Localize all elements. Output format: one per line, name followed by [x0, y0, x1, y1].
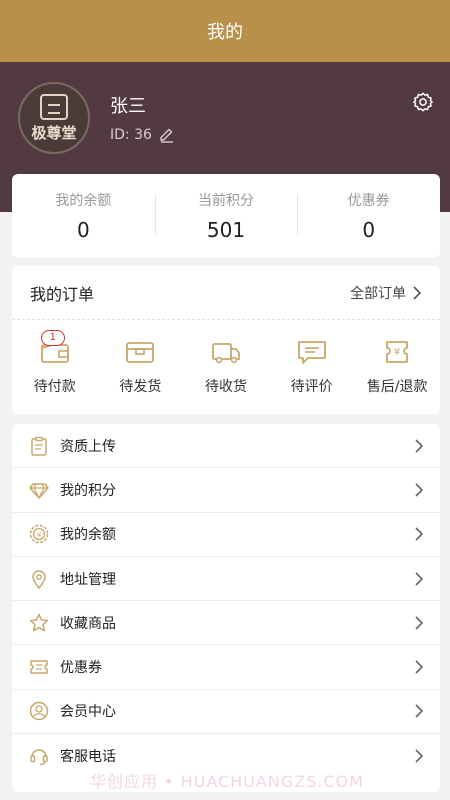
chevron-right-icon — [415, 616, 424, 630]
user-id-row: ID: 36 — [110, 126, 176, 144]
orders-title: 我的订单 — [30, 284, 95, 304]
menu-item-my-points[interactable]: 我的积分 — [12, 468, 440, 513]
stat-points[interactable]: 当前积分 501 — [154, 190, 298, 242]
page-title: 我的 — [207, 22, 243, 43]
username: 张三 — [110, 96, 146, 117]
order-to-review[interactable]: 待评价 — [269, 338, 355, 396]
truck-icon — [212, 343, 240, 364]
gear-icon[interactable] — [412, 91, 434, 113]
orders-card: 我的订单 全部订单 1 待付款 待发货 待收货 待评价 ¥ 售后/退款 — [12, 266, 440, 414]
orders-header: 我的订单 全部订单 — [12, 266, 440, 320]
chevron-right-icon — [415, 660, 424, 674]
chevron-right-icon — [415, 439, 424, 453]
chevron-right-icon — [415, 749, 424, 763]
menu-item-qualification-upload[interactable]: 资质上传 — [12, 424, 440, 469]
stat-label: 优惠券 — [347, 193, 390, 209]
menu-item-address-management[interactable]: 地址管理 — [12, 557, 440, 602]
top-bar: 我的 — [0, 0, 450, 62]
count-badge: 1 — [40, 330, 65, 346]
menu-label: 资质上传 — [60, 438, 116, 455]
location-icon — [28, 568, 50, 590]
menu-item-coupons[interactable]: 优惠券 — [12, 645, 440, 690]
user-icon — [28, 700, 50, 722]
chevron-right-icon — [413, 285, 422, 300]
menu-label: 地址管理 — [60, 571, 116, 588]
chevron-right-icon — [415, 483, 424, 497]
menu-label: 会员中心 — [60, 704, 116, 721]
menu-label: 收藏商品 — [60, 615, 116, 632]
menu-label: 客服电话 — [60, 749, 116, 766]
stat-value: 0 — [362, 218, 376, 242]
all-orders-label: 全部订单 — [350, 285, 406, 302]
refund-icon: ¥ — [386, 341, 409, 363]
menu-item-favorites[interactable]: 收藏商品 — [12, 601, 440, 646]
stat-balance[interactable]: 我的余额 0 — [12, 190, 155, 242]
stat-value: 0 — [76, 218, 90, 242]
coin-icon: ¥ — [28, 523, 50, 545]
star-icon — [28, 612, 50, 634]
order-pending-payment[interactable]: 1 待付款 — [12, 330, 98, 396]
order-label: 待发货 — [119, 379, 162, 395]
svg-text:¥: ¥ — [394, 347, 400, 358]
headset-icon — [28, 745, 50, 767]
diamond-icon — [28, 479, 50, 501]
svg-text:¥: ¥ — [37, 531, 42, 539]
comment-icon — [297, 341, 326, 364]
edit-icon[interactable] — [158, 126, 176, 144]
menu-list: 资质上传 我的积分 ¥ 我的余额 地址管理 收藏商品 优惠券 会员中心 客服电话 — [12, 424, 440, 792]
menu-label: 优惠券 — [60, 660, 102, 677]
order-to-receive[interactable]: 待收货 — [183, 338, 269, 396]
ticket-icon — [28, 656, 50, 678]
order-label: 待付款 — [33, 379, 76, 395]
chevron-right-icon — [415, 704, 424, 718]
order-after-sales[interactable]: ¥ 售后/退款 — [354, 338, 440, 396]
chevron-right-icon — [415, 527, 424, 541]
stat-label: 我的余额 — [55, 193, 112, 209]
logo-icon — [40, 93, 68, 120]
order-status-row: 1 待付款 待发货 待收货 待评价 ¥ 售后/退款 — [12, 320, 440, 396]
menu-item-my-balance[interactable]: ¥ 我的余额 — [12, 513, 440, 557]
menu-item-member-center[interactable]: 会员中心 — [12, 690, 440, 735]
clipboard-icon — [28, 435, 50, 457]
box-icon — [126, 342, 155, 363]
stat-label: 当前积分 — [198, 193, 254, 209]
order-label: 售后/退款 — [366, 379, 428, 395]
menu-label: 我的积分 — [60, 482, 116, 499]
order-label: 待评价 — [290, 379, 333, 395]
avatar[interactable]: 极尊堂 — [18, 82, 90, 154]
menu-item-customer-service[interactable]: 客服电话 — [12, 734, 440, 778]
menu-label: 我的余额 — [60, 527, 116, 544]
stat-value: 501 — [206, 218, 246, 242]
order-label: 待收货 — [204, 379, 247, 395]
chevron-right-icon — [415, 571, 424, 586]
all-orders-link[interactable]: 全部订单 — [350, 283, 422, 303]
avatar-logo-text: 极尊堂 — [31, 123, 77, 142]
stats-card: 我的余额 0 当前积分 501 优惠券 0 — [12, 174, 440, 258]
user-id: ID: 36 — [110, 127, 152, 143]
order-to-ship[interactable]: 待发货 — [98, 338, 184, 396]
stat-coupons[interactable]: 优惠券 0 — [297, 190, 440, 242]
